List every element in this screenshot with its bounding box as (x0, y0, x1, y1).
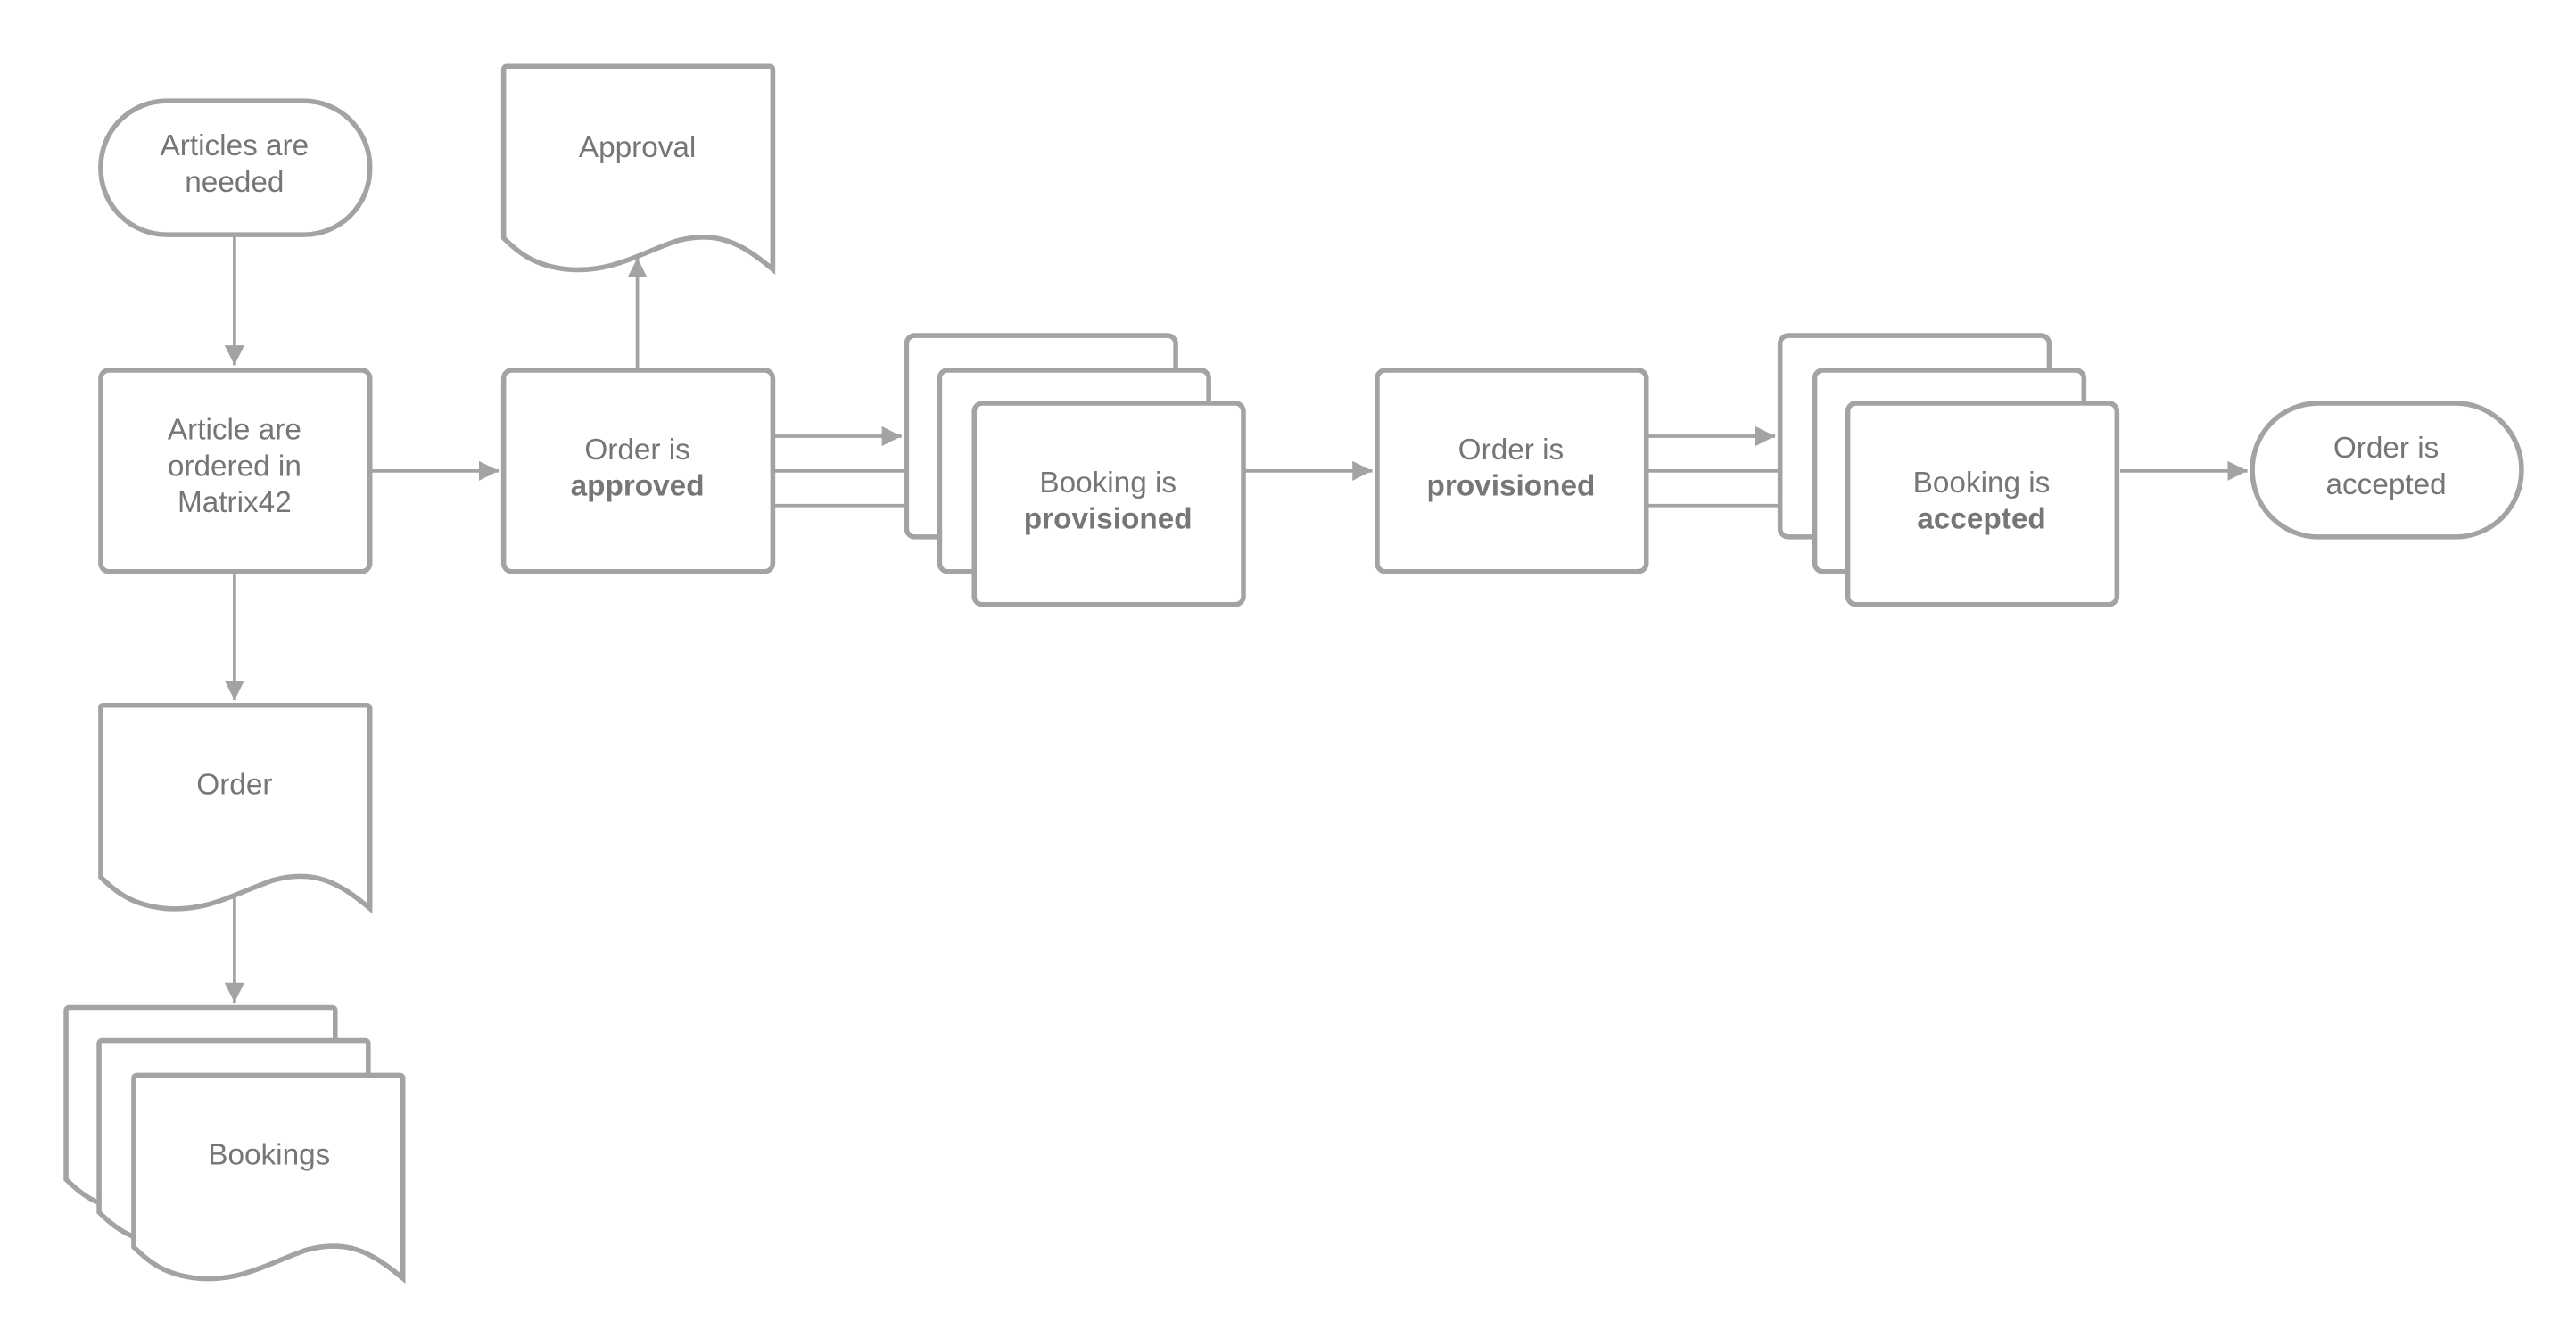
node-articles-needed[interactable]: Articles are needed (98, 98, 373, 237)
node-label: Article are ordered in Matrix42 (168, 414, 301, 519)
node-label: Bookings (208, 1138, 330, 1171)
node-label: Order (196, 769, 272, 802)
node-booking-provisioned[interactable]: Booking is provisioned (904, 333, 1246, 607)
node-order-accepted[interactable]: Order is accepted (2250, 401, 2524, 540)
node-bookings-documents[interactable]: Bookings (63, 1004, 406, 1284)
node-label: Approval (579, 131, 696, 164)
node-booking-accepted[interactable]: Booking is accepted (1777, 333, 2120, 607)
node-articles-ordered[interactable]: Article are ordered in Matrix42 (98, 368, 373, 574)
node-order-document[interactable]: Order (98, 702, 373, 914)
node-order-provisioned[interactable]: Order is provisioned (1375, 368, 1649, 574)
node-approval-document[interactable]: Approval (500, 63, 776, 275)
node-order-approved[interactable]: Order is approved (500, 368, 776, 574)
flowchart: Articles are needed Article are ordered in… (63, 63, 2524, 1284)
